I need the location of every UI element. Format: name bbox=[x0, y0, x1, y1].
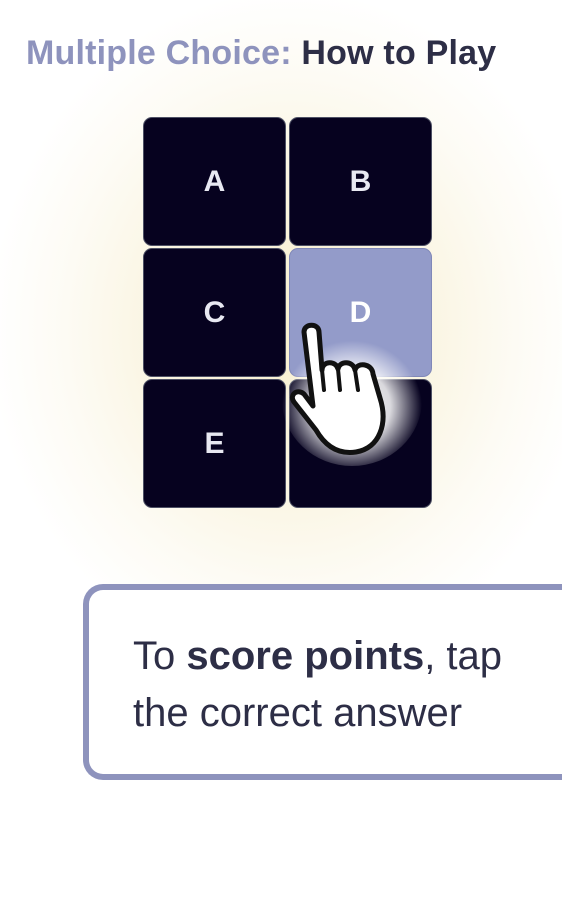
answer-label: A bbox=[203, 164, 226, 198]
game-mode-label: Multiple Choice: bbox=[26, 34, 292, 72]
page-title: Multiple Choice: How to Play bbox=[26, 34, 496, 73]
instruction-prefix: To bbox=[133, 634, 187, 678]
answer-tile-b[interactable]: B bbox=[289, 117, 432, 246]
answer-tile-c[interactable]: C bbox=[143, 248, 286, 377]
tap-hand-icon bbox=[282, 322, 422, 466]
answer-tile-a[interactable]: A bbox=[143, 117, 286, 246]
answer-label: E bbox=[204, 426, 225, 460]
answer-tile-e[interactable]: E bbox=[143, 379, 286, 508]
answer-label: B bbox=[349, 164, 372, 198]
instruction-emphasis: score points bbox=[186, 634, 425, 678]
instruction-text: To score points, tap the correct answer bbox=[133, 628, 553, 742]
title-text: How to Play bbox=[301, 34, 497, 72]
answer-label: C bbox=[203, 295, 226, 329]
instruction-callout: To score points, tap the correct answer bbox=[83, 584, 562, 780]
